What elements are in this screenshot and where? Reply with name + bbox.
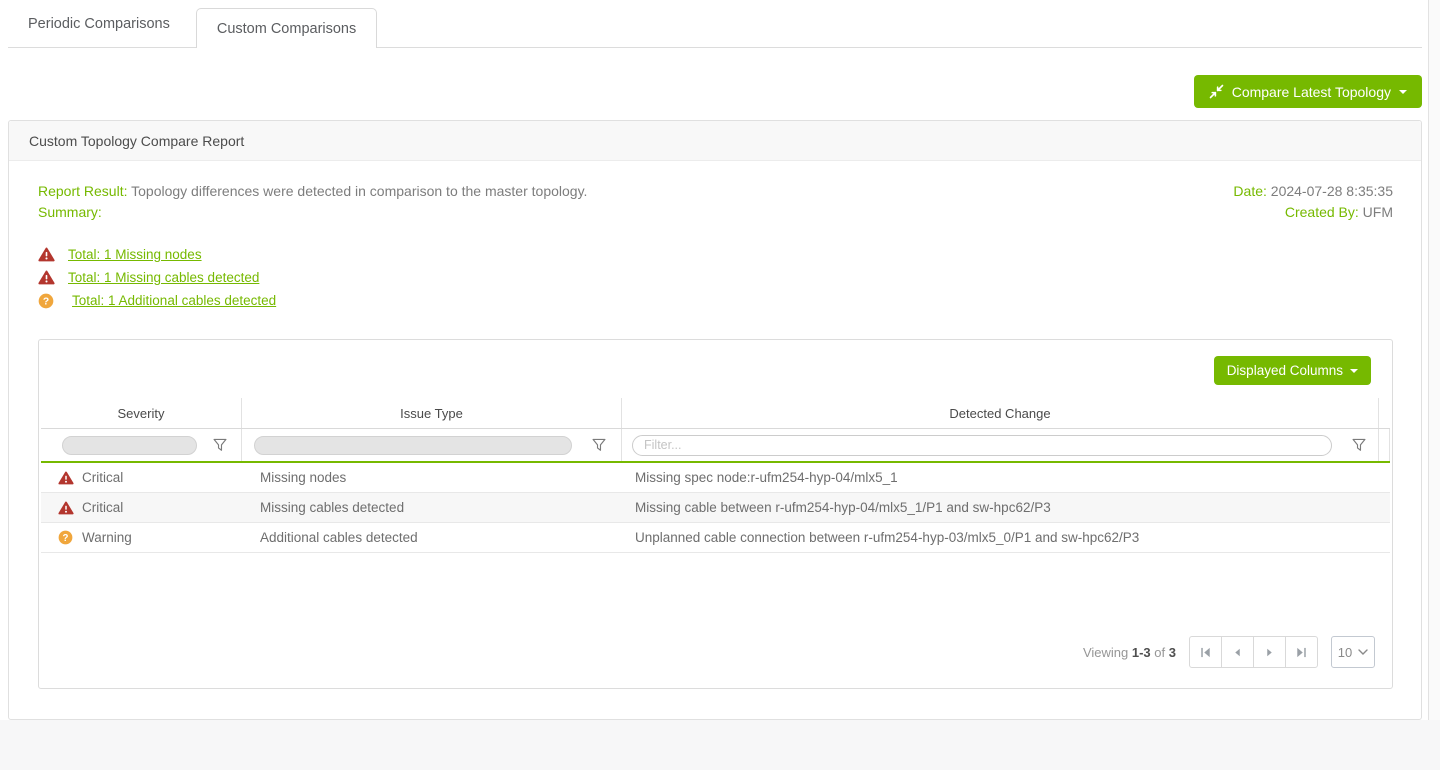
next-page-icon <box>1265 648 1274 657</box>
pagination-status: Viewing 1-3 of 3 <box>1083 645 1176 660</box>
tab-custom-comparisons[interactable]: Custom Comparisons <box>196 8 377 48</box>
issues-table-card: Displayed Columns Severity Issue Type De… <box>38 339 1393 689</box>
report-result-label: Report Result: <box>38 183 127 199</box>
table-toolbar: Displayed Columns <box>41 356 1390 385</box>
panel-title: Custom Topology Compare Report <box>29 133 244 149</box>
date-value: 2024-07-28 8:35:35 <box>1271 183 1393 199</box>
table-row[interactable]: Critical Missing cables detected Missing… <box>41 493 1390 523</box>
next-page-button[interactable] <box>1253 636 1286 668</box>
filler-cell <box>1379 493 1390 522</box>
filter-cell-filler <box>1379 429 1390 461</box>
displayed-columns-button[interactable]: Displayed Columns <box>1214 356 1371 385</box>
pagination-buttons <box>1189 636 1318 668</box>
issues-table: Severity Issue Type Detected Change <box>41 398 1390 553</box>
summary-link-missing-nodes[interactable]: Total: 1 Missing nodes <box>68 247 202 262</box>
question-warning-icon <box>58 530 75 546</box>
severity-label: Critical <box>82 470 123 485</box>
table-header-row: Severity Issue Type Detected Change <box>41 398 1390 429</box>
filler-cell <box>1379 523 1390 552</box>
table-row[interactable]: Warning Additional cables detected Unpla… <box>41 523 1390 553</box>
filter-cell-severity <box>41 429 242 461</box>
main-content: Periodic Comparisons Custom Comparisons … <box>8 0 1422 720</box>
issue-type-filter-input[interactable] <box>254 436 572 455</box>
tab-bar: Periodic Comparisons Custom Comparisons <box>8 0 1422 48</box>
compare-report-panel: Custom Topology Compare Report Report Re… <box>8 120 1422 720</box>
question-warning-icon <box>38 293 55 309</box>
panel-body: Report Result: Topology differences were… <box>9 161 1421 719</box>
last-page-button[interactable] <box>1285 636 1318 668</box>
critical-warning-icon <box>38 247 55 263</box>
report-result-text: Topology differences were detected in co… <box>131 183 587 199</box>
pagination: Viewing 1-3 of 3 <box>41 636 1390 668</box>
issue-type-cell: Missing nodes <box>242 463 622 492</box>
filter-funnel-icon[interactable] <box>1352 438 1366 452</box>
severity-label: Warning <box>82 530 132 545</box>
severity-filter-input[interactable] <box>62 436 197 455</box>
summary-link-additional-cables[interactable]: Total: 1 Additional cables detected <box>72 293 276 308</box>
summary-item-missing-cables: Total: 1 Missing cables detected <box>38 269 1393 286</box>
scrollbar-track[interactable] <box>1428 0 1440 720</box>
panel-header: Custom Topology Compare Report <box>9 121 1421 161</box>
chevron-down-icon <box>1350 369 1358 373</box>
critical-warning-icon <box>58 470 75 486</box>
filter-cell-detected-change <box>622 429 1379 461</box>
severity-cell: Critical <box>41 493 242 522</box>
top-toolbar: Compare Latest Topology <box>8 75 1422 108</box>
summary-item-additional-cables: Total: 1 Additional cables detected <box>38 292 1393 309</box>
detected-change-cell: Missing cable between r-ufm254-hyp-04/ml… <box>622 493 1379 522</box>
column-header-detected-change[interactable]: Detected Change <box>622 398 1379 428</box>
critical-warning-icon <box>58 500 75 516</box>
viewing-label: Viewing <box>1083 645 1128 660</box>
previous-page-icon <box>1233 648 1242 657</box>
detected-change-cell: Missing spec node:r-ufm254-hyp-04/mlx5_1 <box>622 463 1379 492</box>
tab-periodic-comparisons[interactable]: Periodic Comparisons <box>8 0 190 47</box>
created-by-value: UFM <box>1363 204 1393 220</box>
compare-latest-topology-label: Compare Latest Topology <box>1232 84 1391 100</box>
report-meta-block: Date: 2024-07-28 8:35:35 Created By: UFM <box>1233 181 1393 223</box>
report-head: Report Result: Topology differences were… <box>38 181 1393 223</box>
table-row[interactable]: Critical Missing nodes Missing spec node… <box>41 463 1390 493</box>
summary-item-missing-nodes: Total: 1 Missing nodes <box>38 246 1393 263</box>
severity-cell: Warning <box>41 523 242 552</box>
detected-change-filter-input[interactable] <box>632 435 1332 456</box>
page-size-value: 10 <box>1338 645 1352 660</box>
chevron-down-icon <box>1399 90 1407 94</box>
previous-page-button[interactable] <box>1221 636 1254 668</box>
page-size-select[interactable]: 10 <box>1331 636 1375 668</box>
displayed-columns-label: Displayed Columns <box>1227 363 1343 378</box>
column-header-severity[interactable]: Severity <box>41 398 242 428</box>
column-header-issue-type[interactable]: Issue Type <box>242 398 622 428</box>
report-result-block: Report Result: Topology differences were… <box>38 181 587 223</box>
compare-latest-topology-button[interactable]: Compare Latest Topology <box>1194 75 1422 108</box>
viewing-range: 1-3 <box>1132 645 1151 660</box>
last-page-icon <box>1296 647 1307 658</box>
summary-link-missing-cables[interactable]: Total: 1 Missing cables detected <box>68 270 259 285</box>
filter-cell-issue-type <box>242 429 622 461</box>
table-filter-row <box>41 429 1390 463</box>
first-page-icon <box>1200 647 1211 658</box>
issue-type-cell: Missing cables detected <box>242 493 622 522</box>
of-label: of <box>1154 645 1165 660</box>
severity-cell: Critical <box>41 463 242 492</box>
filter-funnel-icon[interactable] <box>213 438 227 452</box>
critical-warning-icon <box>38 270 55 286</box>
summary-list: Total: 1 Missing nodes Total: 1 Missing … <box>38 246 1393 309</box>
detected-change-cell: Unplanned cable connection between r-ufm… <box>622 523 1379 552</box>
chevron-down-icon <box>1358 649 1368 655</box>
viewing-total: 3 <box>1169 645 1176 660</box>
created-by-label: Created By: <box>1285 204 1359 220</box>
summary-label: Summary: <box>38 204 102 220</box>
compress-arrows-icon <box>1209 84 1224 100</box>
first-page-button[interactable] <box>1189 636 1222 668</box>
column-header-filler <box>1379 398 1390 428</box>
filler-cell <box>1379 463 1390 492</box>
issue-type-cell: Additional cables detected <box>242 523 622 552</box>
filter-funnel-icon[interactable] <box>592 438 606 452</box>
page-bottom-background <box>0 720 1440 770</box>
date-label: Date: <box>1233 183 1266 199</box>
severity-label: Critical <box>82 500 123 515</box>
